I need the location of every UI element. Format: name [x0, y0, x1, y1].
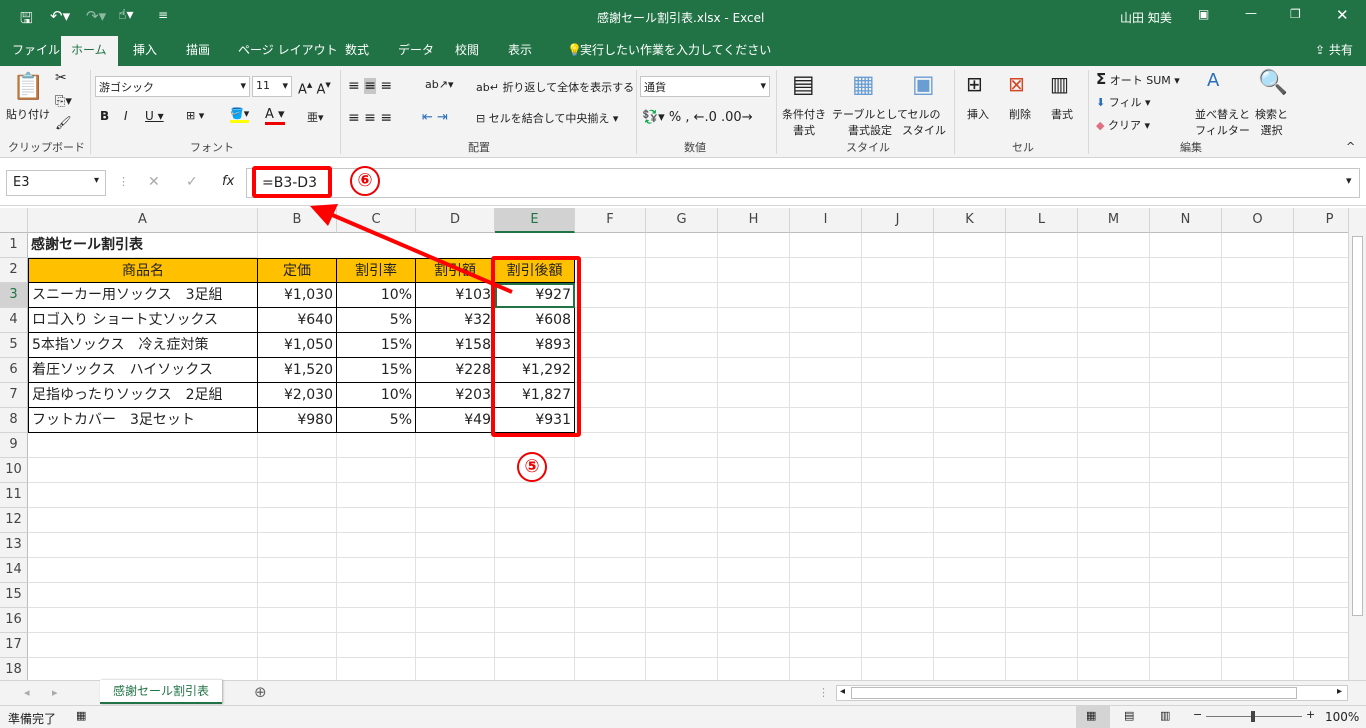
zoom-slider-thumb[interactable]	[1251, 711, 1255, 722]
macro-record-icon[interactable]: ▦	[76, 709, 86, 722]
horizontal-scroll-thumb[interactable]	[851, 687, 1297, 699]
annotation-arrow	[310, 204, 513, 294]
status-text: 準備完了	[8, 712, 57, 726]
sheet-nav-next-icon[interactable]: ▸	[52, 686, 58, 699]
horizontal-scrollbar[interactable]: ◂ ▸	[836, 685, 1348, 701]
sheet-tab-active[interactable]: 感謝セール割引表	[100, 680, 222, 704]
zoom-level[interactable]: 100%	[1325, 710, 1359, 724]
status-bar: 準備完了 ▦ ▦ ▤ ▥ − + 100%	[0, 705, 1366, 728]
sheet-nav-prev-icon[interactable]: ◂	[24, 686, 30, 699]
tab-split-grip[interactable]: ⋮	[818, 686, 829, 699]
page-break-view-icon[interactable]: ▥	[1160, 709, 1170, 722]
zoom-out-icon[interactable]: −	[1193, 708, 1202, 721]
scroll-left-icon[interactable]: ◂	[840, 686, 845, 697]
zoom-in-icon[interactable]: +	[1306, 708, 1315, 721]
page-layout-view-icon[interactable]: ▤	[1124, 709, 1134, 722]
new-sheet-icon[interactable]: ⊕	[254, 683, 267, 701]
normal-view-button[interactable]: ▦	[1076, 706, 1110, 728]
normal-view-icon: ▦	[1086, 709, 1097, 722]
sheet-tab-bar: ◂ ▸ 感謝セール割引表 ⊕ ⋮ ◂ ▸	[0, 680, 1366, 705]
scroll-right-icon[interactable]: ▸	[1337, 686, 1342, 697]
